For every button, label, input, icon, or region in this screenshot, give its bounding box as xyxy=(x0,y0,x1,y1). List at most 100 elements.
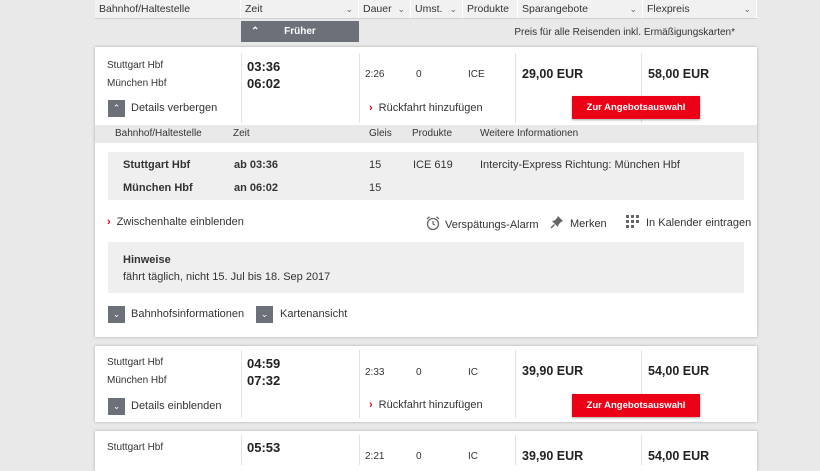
changes: 0 xyxy=(416,451,422,462)
alarm-clock-icon xyxy=(426,216,440,231)
departure-time: 05:53 xyxy=(247,440,281,455)
details-toggle[interactable]: ⌄ Details einblenden xyxy=(108,398,238,415)
map-view-toggle[interactable]: ⌄ Kartenansicht xyxy=(256,306,356,323)
product: IC xyxy=(468,367,478,378)
saver-price[interactable]: 39,90 EUR xyxy=(522,364,583,378)
chevron-down-icon: ⌄ xyxy=(345,4,353,14)
divider xyxy=(359,350,360,418)
earlier-label: Früher xyxy=(284,26,316,37)
connection-card-2: Stuttgart Hbf München Hbf 04:59 07:32 2:… xyxy=(95,346,757,422)
return-trip-link[interactable]: › Rückfahrt hinzufügen xyxy=(369,399,483,411)
details-label: Details einblenden xyxy=(131,400,222,412)
col-products: Produkte xyxy=(463,0,518,18)
arrival-time: 07:32 xyxy=(247,373,281,388)
details-col-info: Weitere Informationen xyxy=(480,128,579,139)
divider xyxy=(515,350,516,418)
offer-selection-button[interactable]: Zur Angebotsauswahl xyxy=(572,394,700,417)
col-products-label: Produkte xyxy=(467,3,510,15)
duration: 2:26 xyxy=(365,69,385,80)
col-station: Bahnhof/Haltestelle xyxy=(95,0,241,18)
results-header: Bahnhof/Haltestelle Zeit ⌄ Dauer ⌄ Umst. ⌄ … xyxy=(95,0,757,19)
col-time-label: Zeit xyxy=(245,3,263,15)
arrow-right-icon: › xyxy=(369,399,373,411)
stop-time: an 06:02 xyxy=(234,182,279,194)
chevron-up-icon: ⌃ xyxy=(251,26,260,37)
changes: 0 xyxy=(416,367,422,378)
calendar-label: In Kalender eintragen xyxy=(646,217,752,229)
notes-title: Hinweise xyxy=(123,254,171,266)
bookmark-label: Merken xyxy=(570,218,607,230)
arrow-right-icon: › xyxy=(107,216,111,228)
col-changes-label: Umst. xyxy=(415,3,443,15)
delay-alarm-button[interactable]: Verspätungs-Alarm xyxy=(425,215,539,231)
from-station: Stuttgart Hbf xyxy=(107,442,164,453)
chevron-down-icon: ⌄ xyxy=(256,306,273,323)
stop-track: 15 xyxy=(369,182,382,194)
delay-alarm-label: Verspätungs-Alarm xyxy=(445,219,539,231)
col-time[interactable]: Zeit ⌄ xyxy=(241,0,359,18)
flex-price[interactable]: 58,00 EUR xyxy=(648,67,709,81)
station-info-label: Bahnhofsinformationen xyxy=(131,308,245,320)
product: ICE xyxy=(468,69,485,80)
chevron-down-icon: ⌄ xyxy=(743,4,751,14)
details-col-time: Zeit xyxy=(233,128,250,139)
saver-price[interactable]: 29,00 EUR xyxy=(522,67,583,81)
map-view-label: Kartenansicht xyxy=(280,308,348,320)
notes-box: Hinweise fährt täglich, nicht 15. Jul bi… xyxy=(108,242,744,293)
chevron-down-icon: ⌄ xyxy=(108,398,125,415)
details-col-station: Bahnhof/Haltestelle xyxy=(115,128,202,139)
flex-price[interactable]: 54,00 EUR xyxy=(648,364,709,378)
connection-card-1: Stuttgart Hbf München Hbf 03:36 06:02 2:… xyxy=(95,47,757,337)
details-toggle[interactable]: ⌃ Details verbergen xyxy=(108,100,238,117)
return-trip-label: Rückfahrt hinzufügen xyxy=(378,102,483,114)
to-station: München Hbf xyxy=(107,375,167,386)
col-duration-label: Dauer xyxy=(363,3,392,15)
return-trip-link[interactable]: › Rückfahrt hinzufügen xyxy=(369,102,483,114)
calendar-button[interactable]: In Kalender eintragen xyxy=(626,215,751,229)
offer-selection-button[interactable]: Zur Angebotsauswahl xyxy=(572,96,700,119)
departure-time: 04:59 xyxy=(247,356,281,371)
divider xyxy=(515,53,516,123)
col-station-label: Bahnhof/Haltestelle xyxy=(99,3,191,15)
divider xyxy=(241,350,242,418)
col-flex[interactable]: Flexpreis ⌄ xyxy=(643,0,757,18)
connection-card-3: Stuttgart Hbf 05:53 2:21 0 IC 39,90 EUR … xyxy=(95,431,757,471)
details-col-track: Gleis xyxy=(369,128,392,139)
product: IC xyxy=(468,451,478,462)
duration: 2:33 xyxy=(365,367,385,378)
calendar-icon xyxy=(626,215,639,228)
price-note: Preis für alle Reisenden inkl. Ermäßigun… xyxy=(514,27,735,38)
stop-station: München Hbf xyxy=(123,182,193,194)
chevron-up-icon: ⌃ xyxy=(108,100,125,117)
intermediate-stops-link[interactable]: › Zwischenhalte einblenden xyxy=(107,216,244,228)
return-trip-label: Rückfahrt hinzufügen xyxy=(378,399,483,411)
col-flex-label: Flexpreis xyxy=(647,3,690,15)
bookmark-button[interactable]: Merken xyxy=(550,215,607,230)
chevron-down-icon: ⌄ xyxy=(397,4,405,14)
stop-time: ab 03:36 xyxy=(234,159,279,171)
from-station: Stuttgart Hbf xyxy=(107,357,164,368)
divider xyxy=(359,53,360,123)
details-header: Bahnhof/Haltestelle Zeit Gleis Produkte … xyxy=(95,125,757,143)
col-changes[interactable]: Umst. ⌄ xyxy=(411,0,463,18)
station-info-toggle[interactable]: ⌄ Bahnhofsinformationen xyxy=(108,306,248,323)
stop-station: Stuttgart Hbf xyxy=(123,159,191,171)
intermediate-stops-label: Zwischenhalte einblenden xyxy=(116,216,244,228)
chevron-down-icon: ⌄ xyxy=(108,306,125,323)
pin-icon xyxy=(550,216,563,229)
col-duration[interactable]: Dauer ⌄ xyxy=(359,0,411,18)
stop-track: 15 xyxy=(369,159,382,171)
arrow-right-icon: › xyxy=(369,102,373,114)
notes-text: fährt täglich, nicht 15. Jul bis 18. Sep… xyxy=(123,271,331,283)
duration: 2:21 xyxy=(365,451,385,462)
col-saver-label: Sparangebote xyxy=(522,3,588,15)
arrival-time: 06:02 xyxy=(247,76,281,91)
stop-info: Intercity-Express Richtung: München Hbf xyxy=(480,159,680,171)
details-col-products: Produkte xyxy=(412,128,453,139)
departure-time: 03:36 xyxy=(247,59,281,74)
details-label: Details verbergen xyxy=(131,102,218,114)
to-station: München Hbf xyxy=(107,78,167,89)
from-station: Stuttgart Hbf xyxy=(107,60,164,71)
col-saver[interactable]: Sparangebote ⌄ xyxy=(518,0,643,18)
earlier-button[interactable]: ⌃ Früher xyxy=(241,21,359,42)
